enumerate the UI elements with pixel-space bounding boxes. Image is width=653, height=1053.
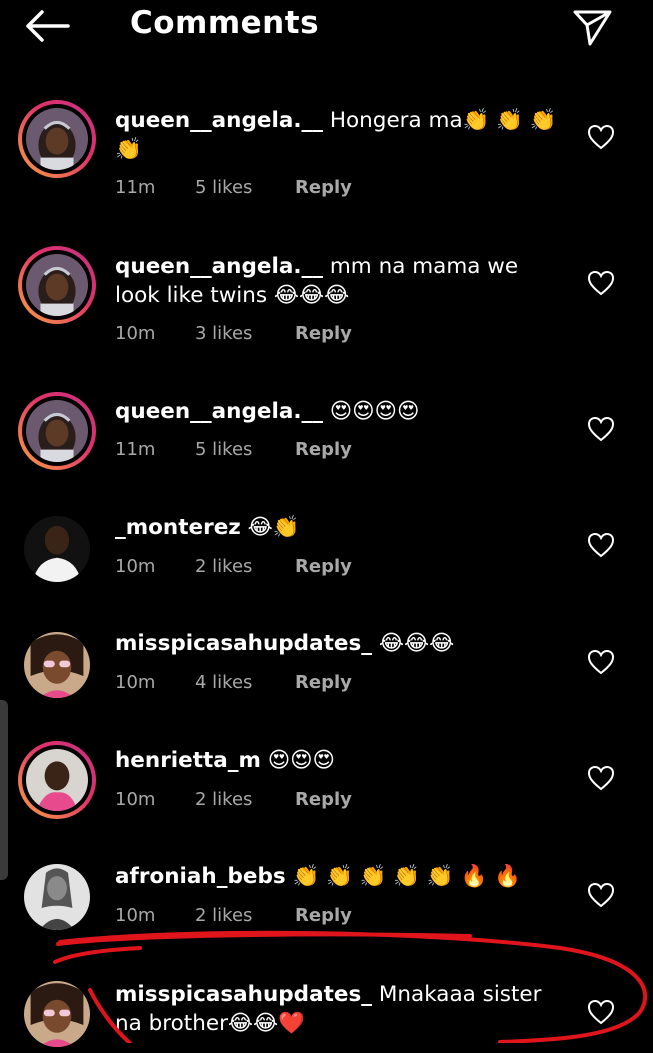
share-button[interactable] — [570, 4, 614, 48]
reply-button[interactable]: Reply — [295, 177, 352, 198]
comment-text: 😂👏 — [247, 515, 300, 540]
comment-likes[interactable]: 3 likes — [195, 323, 252, 344]
reply-button[interactable]: Reply — [295, 905, 352, 926]
avatar[interactable] — [18, 100, 96, 178]
reply-button[interactable]: Reply — [295, 672, 352, 693]
comment-username[interactable]: afroniah_bebs — [115, 864, 286, 889]
comment-username[interactable]: henrietta_m — [115, 748, 261, 773]
heart-icon[interactable] — [587, 124, 615, 150]
scroll-indicator[interactable] — [0, 700, 8, 880]
comment-likes[interactable]: 5 likes — [195, 177, 252, 198]
avatar[interactable] — [18, 246, 96, 324]
avatar[interactable] — [18, 626, 96, 704]
avatar-photo — [26, 400, 88, 462]
comment-time: 10m — [115, 905, 156, 926]
avatar-photo — [26, 749, 88, 811]
avatar[interactable] — [18, 510, 96, 588]
page-title: Comments — [130, 5, 320, 41]
avatar-photo — [26, 254, 88, 316]
comment-time: 10m — [115, 789, 156, 810]
heart-icon[interactable] — [587, 649, 615, 675]
comment-time: 11m — [115, 177, 156, 198]
comment-username[interactable]: queen__angela.__ — [115, 254, 323, 279]
comment-username[interactable]: misspicasahupdates_ — [115, 982, 372, 1007]
comment-time: 11m — [115, 439, 156, 460]
comment-time: 10m — [115, 556, 156, 577]
reply-button[interactable]: Reply — [295, 323, 352, 344]
comment-likes[interactable]: 5 likes — [195, 439, 252, 460]
comment-likes[interactable]: 2 likes — [195, 789, 252, 810]
heart-icon[interactable] — [587, 270, 615, 296]
avatar-photo — [24, 632, 90, 698]
comment-username[interactable]: queen__angela.__ — [115, 399, 323, 424]
paper-plane-icon — [573, 10, 612, 46]
comment-likes[interactable]: 4 likes — [195, 672, 252, 693]
comment-time: 10m — [115, 323, 156, 344]
avatar-photo — [24, 516, 90, 582]
reply-button[interactable]: Reply — [295, 789, 352, 810]
arrow-left-icon — [26, 10, 70, 42]
comment-time: 10m — [115, 672, 156, 693]
avatar[interactable] — [18, 975, 96, 1053]
heart-icon[interactable] — [587, 882, 615, 908]
heart-icon[interactable] — [587, 532, 615, 558]
comment-likes[interactable]: 2 likes — [195, 556, 252, 577]
comment-username[interactable]: queen__angela.__ — [115, 108, 323, 133]
comment-text: 😍😍😍 — [267, 748, 336, 773]
avatar-photo — [24, 981, 90, 1047]
comment-likes[interactable]: 2 likes — [195, 905, 252, 926]
heart-icon[interactable] — [587, 999, 615, 1025]
heart-icon[interactable] — [587, 765, 615, 791]
comment-username[interactable]: _monterez — [115, 515, 241, 540]
comment-username[interactable]: misspicasahupdates_ — [115, 631, 372, 656]
comment-text: 😂😂😂 — [378, 631, 455, 656]
back-button[interactable] — [22, 8, 72, 44]
avatar[interactable] — [18, 741, 96, 819]
reply-button[interactable]: Reply — [295, 556, 352, 577]
comment-text: 👏 👏 👏 👏 👏 🔥 🔥 — [292, 864, 521, 889]
avatar[interactable] — [18, 858, 96, 936]
avatar[interactable] — [18, 392, 96, 470]
reply-button[interactable]: Reply — [295, 439, 352, 460]
avatar-photo — [26, 108, 88, 170]
heart-icon[interactable] — [587, 416, 615, 442]
avatar-photo — [24, 864, 90, 930]
comments-header: Comments — [0, 0, 653, 70]
comment-text: 😍😍😍😍 — [329, 399, 420, 424]
